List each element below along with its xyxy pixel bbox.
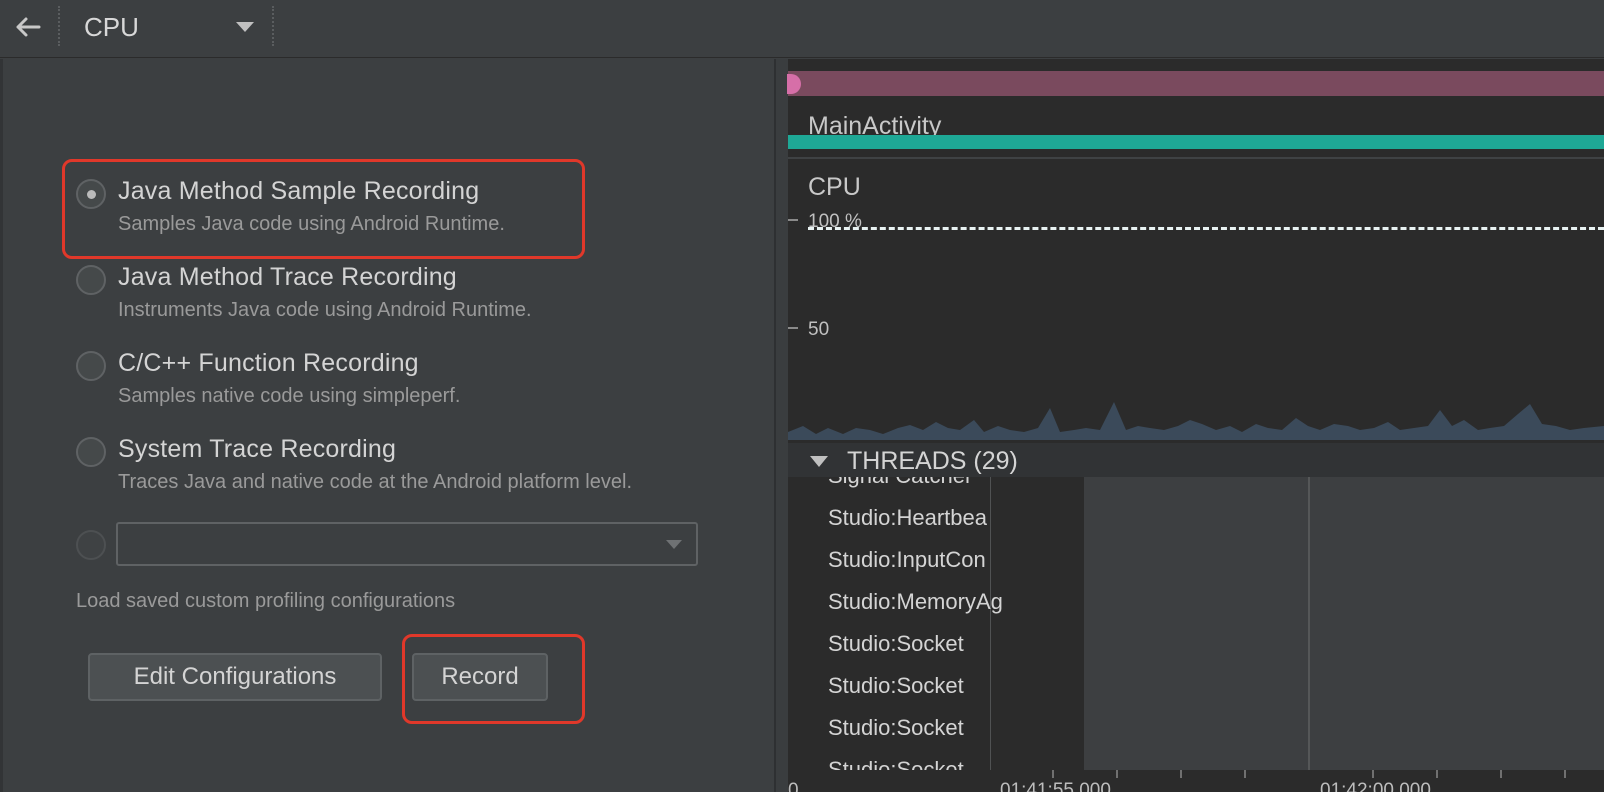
option-description: Samples native code using simpleperf. [118, 385, 461, 407]
highlight-box [402, 634, 585, 724]
thread-name[interactable]: Studio:Socket [828, 757, 964, 770]
option-title: C/C++ Function Recording [118, 349, 419, 377]
thread-list: Signal Catcher Studio:Heartbea Studio:In… [788, 477, 1604, 770]
divider-line [788, 157, 1604, 159]
radio-system-trace[interactable] [76, 437, 106, 467]
option-title: System Trace Recording [118, 435, 397, 463]
time-label: 01:41:55.000 [1000, 780, 1111, 792]
radio-native[interactable] [76, 351, 106, 381]
arrow-left-icon [16, 17, 41, 37]
chevron-down-icon [666, 540, 682, 549]
axis-tick [788, 219, 798, 221]
toolbar-separator [272, 6, 274, 46]
time-axis [788, 770, 1604, 792]
toolbar: CPU [0, 0, 1604, 58]
option-title: Java Method Trace Recording [118, 263, 457, 291]
load-config-text: Load saved custom profiling configuratio… [76, 590, 456, 612]
highlight-box [62, 159, 585, 259]
thread-name[interactable]: Studio:Socket [828, 673, 964, 699]
axis-label-50: 50 [808, 319, 830, 340]
chevron-down-icon [236, 22, 254, 32]
time-tick [1372, 770, 1374, 778]
cpu-usage-area [788, 402, 1604, 440]
max-cpu-line [808, 227, 1604, 230]
toolbar-separator [58, 6, 60, 46]
axis-tick [788, 327, 798, 329]
edit-configurations-button[interactable]: Edit Configurations [88, 653, 382, 701]
chevron-down-icon[interactable] [810, 456, 828, 467]
time-tick [1052, 770, 1054, 778]
thread-name[interactable]: Studio:Socket [828, 631, 964, 657]
time-tick [1180, 770, 1182, 778]
panel-divider[interactable] [774, 59, 788, 792]
time-tick [1564, 770, 1566, 778]
thread-name[interactable]: Signal Catcher [828, 477, 972, 489]
profiler-select-value: CPU [84, 12, 139, 42]
cpu-chart-title: CPU [808, 173, 861, 201]
time-tick [1244, 770, 1246, 778]
time-label: 0 [788, 780, 799, 792]
event-track [788, 71, 1604, 96]
time-tick [1116, 770, 1118, 778]
thread-name[interactable]: Studio:Socket [828, 715, 964, 741]
profiler-select[interactable]: CPU [70, 8, 262, 44]
threads-label: THREADS (29) [847, 447, 1018, 475]
activity-bar[interactable] [788, 135, 1604, 149]
custom-config-select[interactable] [116, 522, 698, 566]
time-tick [1500, 770, 1502, 778]
time-tick [1436, 770, 1438, 778]
option-description: Instruments Java code using Android Runt… [118, 299, 532, 321]
thread-name[interactable]: Studio:Heartbea [828, 505, 987, 531]
back-button[interactable] [10, 10, 46, 46]
panel-edge [0, 59, 3, 792]
time-label: 01:42:00.000 [1320, 780, 1431, 792]
radio-java-trace[interactable] [76, 265, 106, 295]
thread-name[interactable]: Studio:MemoryAg [828, 589, 1003, 615]
option-description: Traces Java and native code at the Andro… [118, 471, 632, 493]
radio-custom[interactable] [76, 530, 106, 560]
thread-name[interactable]: Studio:InputCon [828, 547, 986, 573]
